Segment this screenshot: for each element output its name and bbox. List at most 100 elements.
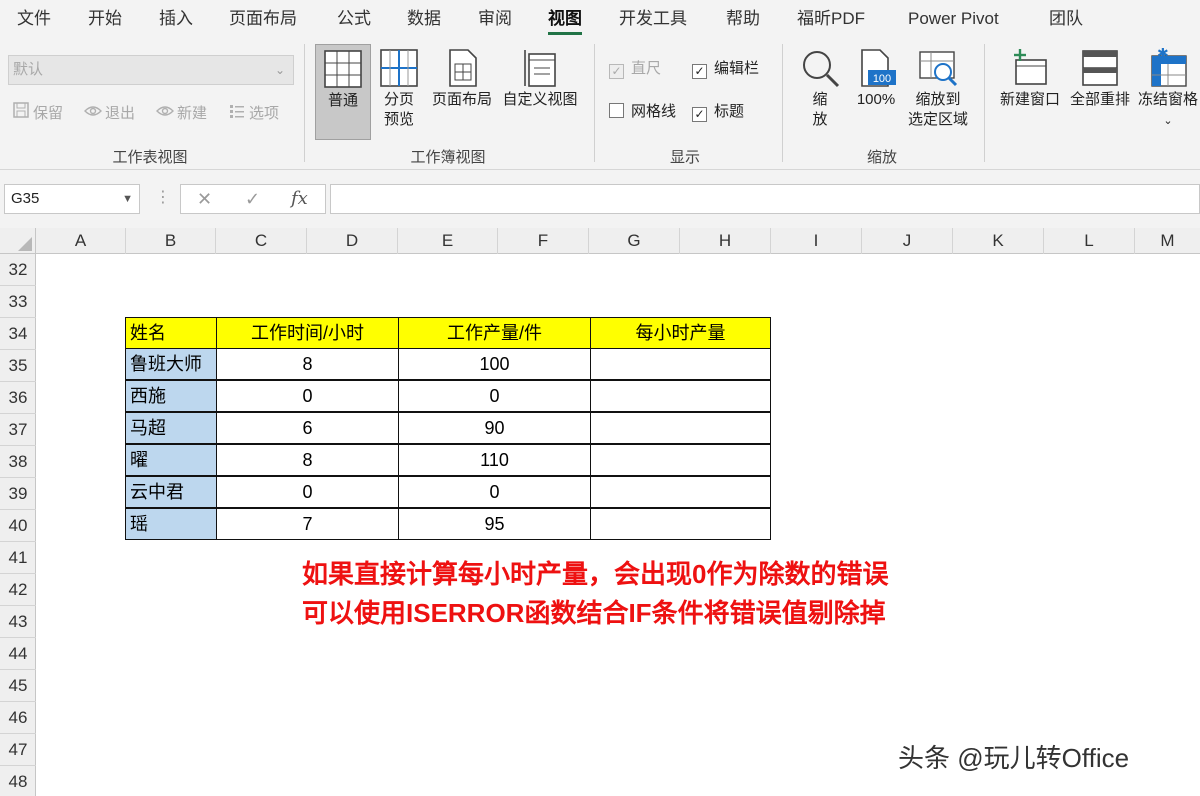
column-header-b[interactable]: B — [126, 228, 216, 254]
table-cell-output[interactable]: 0 — [398, 476, 591, 508]
page-layout-icon — [449, 49, 477, 87]
table-cell-per-hour[interactable] — [590, 348, 771, 380]
formula-input[interactable] — [330, 184, 1200, 214]
column-header-i[interactable]: I — [771, 228, 862, 254]
table-cell-name[interactable]: 西施 — [125, 380, 217, 412]
column-header-d[interactable]: D — [307, 228, 398, 254]
ruler-checkbox[interactable]: ✓ 直尺 — [609, 58, 661, 80]
row-header-48[interactable]: 48 — [0, 766, 36, 796]
table-cell-hours[interactable]: 0 — [216, 476, 399, 508]
row-header-36[interactable]: 36 — [0, 382, 36, 414]
column-header-f[interactable]: F — [498, 228, 589, 254]
row-header-46[interactable]: 46 — [0, 702, 36, 734]
name-box[interactable]: G35 ▼ — [4, 184, 140, 214]
custom-views-button[interactable]: 自定义视图 — [498, 44, 582, 140]
table-cell-hours[interactable]: 8 — [216, 444, 399, 476]
menu-formulas[interactable]: 公式 — [337, 0, 371, 38]
table-cell-output[interactable]: 0 — [398, 380, 591, 412]
row-header-32[interactable]: 32 — [0, 254, 36, 286]
menu-power-pivot[interactable]: Power Pivot — [908, 0, 999, 38]
ribbon: 默认 ⌄ 保留 退出 新建 选项 工作表视图 普通 分页 预览 页面布局 自定义… — [0, 38, 1200, 170]
menu-developer[interactable]: 开发工具 — [619, 0, 687, 38]
row-header-34[interactable]: 34 — [0, 318, 36, 350]
header-cell-output[interactable]: 工作产量/件 — [398, 317, 591, 349]
sheet-view-group-label: 工作表视图 — [112, 149, 188, 166]
menu-view[interactable]: 视图 — [548, 0, 582, 38]
table-cell-hours[interactable]: 8 — [216, 348, 399, 380]
zoom-selection-label-1: 缩放到 — [915, 91, 961, 108]
gridlines-checkbox[interactable]: 网格线 — [609, 101, 676, 123]
zoom-button[interactable]: 缩 放 — [796, 44, 844, 140]
column-header-g[interactable]: G — [589, 228, 680, 254]
row-header-38[interactable]: 38 — [0, 446, 36, 478]
page-break-preview-button[interactable]: 分页 预览 — [376, 44, 422, 140]
table-cell-hours[interactable]: 6 — [216, 412, 399, 444]
row-header-43[interactable]: 43 — [0, 606, 36, 638]
column-header-l[interactable]: L — [1044, 228, 1135, 254]
menu-file[interactable]: 文件 — [17, 0, 51, 38]
menu-team[interactable]: 团队 — [1049, 0, 1083, 38]
cancel-icon[interactable]: ✕ — [197, 185, 212, 213]
row-header-39[interactable]: 39 — [0, 478, 36, 510]
column-header-c[interactable]: C — [216, 228, 307, 254]
row-header-33[interactable]: 33 — [0, 286, 36, 318]
watermark: 头条 @玩儿转Office — [898, 743, 1130, 773]
row-header-35[interactable]: 35 — [0, 350, 36, 382]
menu-foxit-pdf[interactable]: 福昕PDF — [797, 0, 865, 38]
header-cell-hours[interactable]: 工作时间/小时 — [216, 317, 399, 349]
row-header-42[interactable]: 42 — [0, 574, 36, 606]
zoom-to-selection-button[interactable]: 缩放到 选定区域 — [904, 44, 972, 140]
zoom-100-icon: 100 — [861, 49, 896, 87]
new-window-button[interactable]: 新建窗口 — [996, 44, 1064, 140]
select-all-button[interactable] — [0, 228, 36, 254]
table-cell-per-hour[interactable] — [590, 444, 771, 476]
headings-label: 标题 — [714, 103, 745, 120]
row-header-44[interactable]: 44 — [0, 638, 36, 670]
table-cell-output[interactable]: 95 — [398, 508, 591, 540]
normal-view-button[interactable]: 普通 — [315, 44, 371, 140]
column-header-j[interactable]: J — [862, 228, 953, 254]
header-cell-name[interactable]: 姓名 — [125, 317, 217, 349]
row-header-45[interactable]: 45 — [0, 670, 36, 702]
table-cell-name[interactable]: 云中君 — [125, 476, 217, 508]
table-cell-per-hour[interactable] — [590, 380, 771, 412]
table-cell-name[interactable]: 曜 — [125, 444, 217, 476]
zoom-100-button[interactable]: 100 100% — [850, 44, 902, 140]
arrange-all-button[interactable]: 全部重排 — [1066, 44, 1134, 140]
column-header-m[interactable]: M — [1135, 228, 1200, 254]
table-cell-per-hour[interactable] — [590, 412, 771, 444]
table-cell-output[interactable]: 90 — [398, 412, 591, 444]
headings-checkbox[interactable]: ✓ 标题 — [692, 101, 744, 123]
table-cell-per-hour[interactable] — [590, 508, 771, 540]
menu-help[interactable]: 帮助 — [726, 0, 760, 38]
enter-icon[interactable]: ✓ — [245, 185, 260, 213]
table-cell-hours[interactable]: 7 — [216, 508, 399, 540]
chevron-down-icon[interactable]: ▼ — [122, 185, 133, 213]
menu-data[interactable]: 数据 — [407, 0, 441, 38]
freeze-panes-button[interactable]: ✱ 冻结窗格 ⌄ — [1136, 44, 1200, 140]
row-header-41[interactable]: 41 — [0, 542, 36, 574]
header-cell-per-hour[interactable]: 每小时产量 — [590, 317, 771, 349]
column-header-a[interactable]: A — [36, 228, 126, 254]
page-layout-button[interactable]: 页面布局 — [428, 44, 496, 140]
menu-review[interactable]: 审阅 — [478, 0, 512, 38]
check-icon: ✓ — [692, 64, 707, 79]
table-cell-name[interactable]: 马超 — [125, 412, 217, 444]
row-header-47[interactable]: 47 — [0, 734, 36, 766]
column-header-e[interactable]: E — [398, 228, 498, 254]
column-header-k[interactable]: K — [953, 228, 1044, 254]
column-header-h[interactable]: H — [680, 228, 771, 254]
insert-function-icon[interactable]: fx — [291, 185, 308, 213]
table-cell-name[interactable]: 瑶 — [125, 508, 217, 540]
table-cell-name[interactable]: 鲁班大师 — [125, 348, 217, 380]
table-cell-output[interactable]: 100 — [398, 348, 591, 380]
menu-page-layout[interactable]: 页面布局 — [229, 0, 297, 38]
menu-home[interactable]: 开始 — [88, 0, 122, 38]
menu-insert[interactable]: 插入 — [159, 0, 193, 38]
table-cell-hours[interactable]: 0 — [216, 380, 399, 412]
table-cell-per-hour[interactable] — [590, 476, 771, 508]
formula-bar-checkbox[interactable]: ✓ 编辑栏 — [692, 58, 759, 80]
row-header-37[interactable]: 37 — [0, 414, 36, 446]
row-header-40[interactable]: 40 — [0, 510, 36, 542]
table-cell-output[interactable]: 110 — [398, 444, 591, 476]
